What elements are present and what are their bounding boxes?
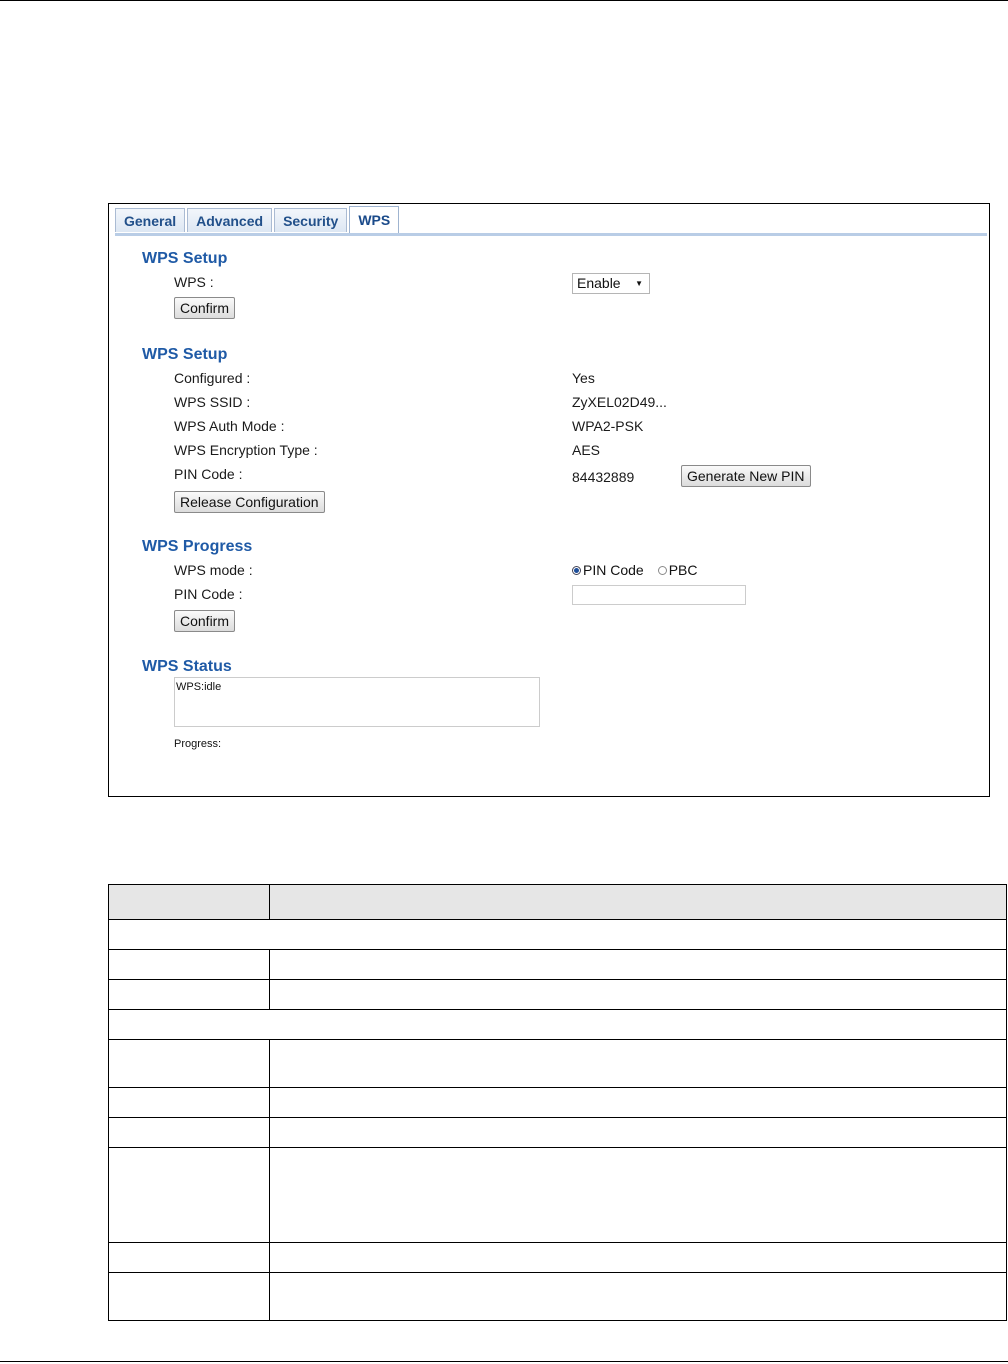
- pin-code-radio-label: PIN Code: [583, 562, 644, 578]
- table-header-row: [108, 884, 1007, 920]
- generate-new-pin-button[interactable]: Generate New PIN: [681, 465, 811, 487]
- wps-info-title: WPS Setup: [142, 346, 228, 363]
- progress-pin-code-label: PIN Code :: [174, 586, 243, 602]
- tab-wps[interactable]: WPS: [349, 206, 400, 233]
- wps-status-text: WPS:idle: [176, 681, 222, 693]
- tab-advanced[interactable]: Advanced: [187, 208, 273, 232]
- wps-setup-title: WPS Setup: [142, 250, 228, 267]
- bottom-rule: [0, 1361, 1008, 1362]
- description-table: [108, 884, 1007, 1321]
- table-row: [108, 1087, 1007, 1118]
- wps-auth-mode-label: WPS Auth Mode :: [174, 418, 285, 434]
- pin-code-value: 84432889: [572, 469, 635, 485]
- wps-ssid-label: WPS SSID :: [174, 394, 251, 410]
- table-row: [108, 1039, 1007, 1088]
- pbc-radio-label: PBC: [668, 562, 698, 578]
- wps-progress-confirm-button[interactable]: Confirm: [174, 610, 236, 632]
- tab-security[interactable]: Security: [274, 208, 348, 232]
- table-section-row: [108, 919, 1007, 950]
- release-configuration-button[interactable]: Release Configuration: [174, 491, 325, 513]
- pin-code-input[interactable]: [572, 585, 746, 605]
- wps-status-title: WPS Status: [142, 658, 232, 675]
- table-row: [108, 949, 1007, 980]
- pin-code-label: PIN Code :: [174, 466, 243, 482]
- wps-progress-title: WPS Progress: [142, 538, 253, 555]
- wps-select-value: Enable: [577, 275, 621, 291]
- pin-code-radio[interactable]: [572, 565, 581, 575]
- table-section-row: [108, 1009, 1007, 1040]
- wps-label: WPS :: [174, 274, 214, 290]
- table-row: [108, 979, 1007, 1010]
- table-row: [108, 1242, 1007, 1273]
- wps-status-textarea[interactable]: WPS:idle: [174, 677, 540, 727]
- pbc-radio[interactable]: [657, 565, 667, 575]
- configured-value: Yes: [572, 370, 595, 386]
- table-row: [108, 1147, 1007, 1243]
- tab-general[interactable]: General: [115, 208, 186, 232]
- tab-bar: General Advanced Security WPS: [115, 206, 401, 234]
- configured-label: Configured :: [174, 370, 251, 386]
- top-rule: [0, 0, 1008, 1]
- table-row: [108, 1117, 1007, 1148]
- wps-mode-label: WPS mode :: [174, 562, 253, 578]
- table-row: [108, 1272, 1007, 1321]
- wps-enable-select[interactable]: Enable ▼: [572, 273, 650, 294]
- wps-encryption-value: AES: [572, 442, 601, 458]
- progress-label: Progress:: [174, 738, 222, 750]
- wps-screenshot-panel: General Advanced Security WPS WPS Setup …: [108, 203, 990, 797]
- tab-underline: [115, 233, 987, 236]
- wps-ssid-value: ZyXEL02D49...: [572, 394, 667, 410]
- wps-mode-radio-group: PIN Code PBC: [572, 562, 698, 578]
- wps-auth-mode-value: WPA2-PSK: [572, 418, 644, 434]
- wps-encryption-label: WPS Encryption Type :: [174, 442, 318, 458]
- chevron-down-icon: ▼: [635, 279, 643, 288]
- wps-setup-confirm-button[interactable]: Confirm: [174, 297, 236, 319]
